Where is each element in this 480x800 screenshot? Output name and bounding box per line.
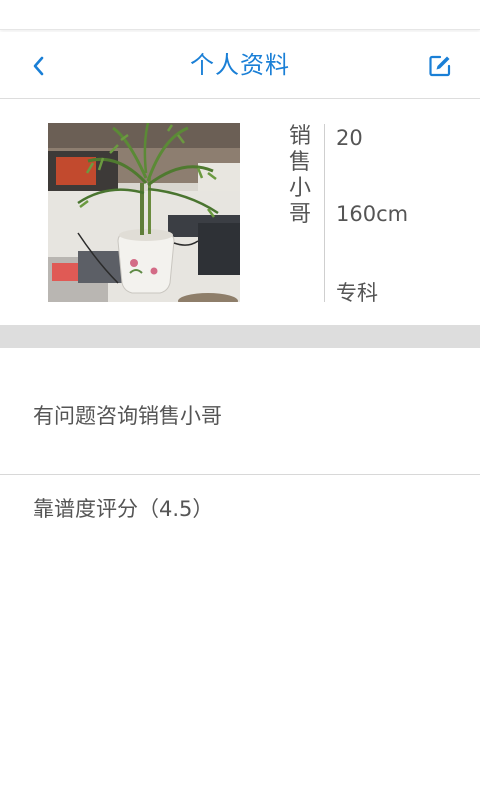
plant-photo-image: [48, 123, 240, 302]
nav-bar: 个人资料: [0, 32, 480, 99]
rating-suffix: ）: [192, 497, 214, 521]
consult-label: 有问题咨询销售小哥: [33, 404, 222, 428]
rating-value: 4.5: [159, 497, 193, 521]
salesperson-name: 销 售 小 哥: [285, 124, 315, 228]
education-value: 专科: [336, 281, 378, 305]
age-value: 20: [336, 126, 363, 150]
name-char: 哥: [288, 202, 311, 227]
section-separator: [0, 325, 480, 348]
page-title: 个人资料: [190, 51, 290, 79]
name-char: 售: [288, 150, 311, 175]
consult-row[interactable]: 有问题咨询销售小哥: [0, 348, 480, 475]
name-char: 销: [288, 124, 311, 149]
vertical-divider: [324, 124, 325, 302]
status-bar: [0, 0, 480, 30]
edit-button[interactable]: [420, 48, 460, 84]
rating-label: 靠谱度评分（4.5）: [33, 493, 213, 523]
name-char: 小: [288, 176, 311, 201]
rating-row: 靠谱度评分（4.5）: [0, 476, 480, 536]
profile-card: 销 售 小 哥 20 160cm 专科: [0, 100, 480, 325]
height-value: 160cm: [336, 202, 409, 226]
avatar-photo[interactable]: [48, 123, 240, 302]
edit-icon: [429, 55, 451, 77]
rating-prefix: 靠谱度评分（: [33, 497, 159, 521]
